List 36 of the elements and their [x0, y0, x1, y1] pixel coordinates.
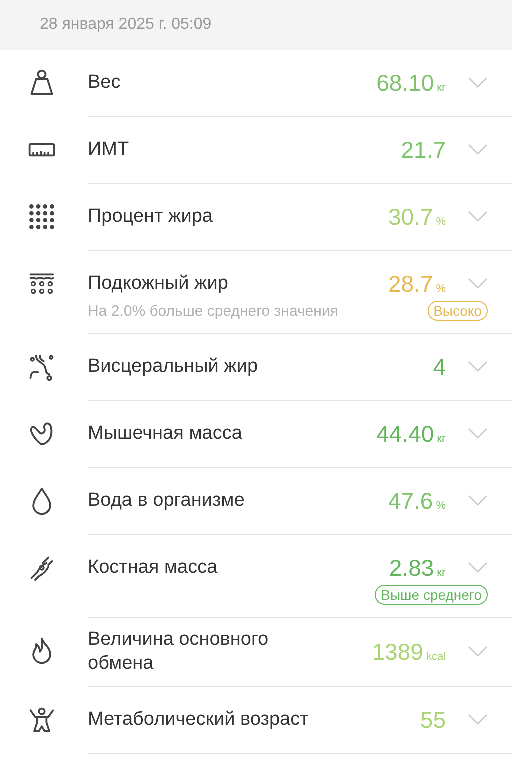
metric-value: 1389 kcal: [372, 638, 446, 666]
metric-label: Вода в организме: [88, 489, 246, 513]
person-icon: [27, 705, 57, 735]
metric-label: Процент жира: [88, 205, 214, 229]
chevron-icon[interactable]: [468, 77, 488, 89]
metric-value: 4: [433, 354, 446, 380]
status-badge: Высоко: [428, 301, 488, 321]
metric-value: 55: [420, 706, 446, 734]
metric-label: Мышечная масса: [88, 422, 244, 446]
chevron-icon[interactable]: [468, 211, 488, 223]
metric-label: Вес: [88, 71, 122, 95]
metric-value: 68.10 кг: [376, 70, 446, 96]
chevron-icon[interactable]: [468, 646, 488, 658]
chevron-icon[interactable]: [468, 428, 488, 440]
metric-label: Костная масса: [88, 556, 219, 580]
status-badge: Выше среднего: [375, 585, 488, 605]
chevron-icon[interactable]: [468, 562, 488, 574]
metric-label: ИМТ: [88, 138, 130, 162]
metric-label: Величина основного обмена: [88, 628, 270, 676]
metric-value: 2.83 кг: [389, 554, 446, 582]
chevron-icon[interactable]: [468, 361, 488, 373]
note-text: На 2.0% больше среднего значения: [88, 302, 338, 320]
metric-label: Подкожный жир: [88, 272, 230, 296]
metric-value: 30.7%: [388, 204, 446, 230]
metric-value: 47.6%: [388, 488, 446, 514]
metric-label: Метаболический возраст: [88, 708, 310, 732]
metric-value: 44.40 кг: [376, 420, 446, 448]
chevron-icon[interactable]: [468, 278, 488, 290]
chevron-icon[interactable]: [468, 144, 488, 156]
chevron-icon[interactable]: [468, 714, 488, 726]
metric-value: 28.7%: [388, 270, 446, 298]
date-text: 28 января 2025 г. 05:09: [40, 16, 212, 34]
metric-label: Висцеральный жир: [88, 355, 260, 379]
chevron-icon[interactable]: [468, 495, 488, 507]
metric-value: 21.7: [401, 136, 446, 164]
dots-icon: [27, 202, 57, 232]
